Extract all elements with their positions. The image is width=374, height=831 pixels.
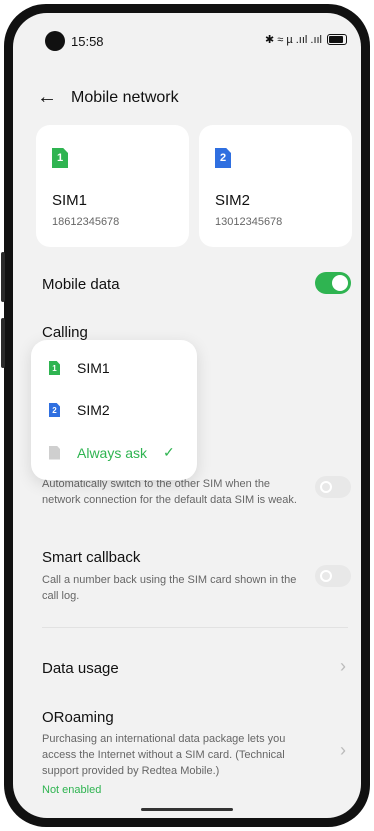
- back-arrow-icon[interactable]: ←: [37, 86, 61, 109]
- auto-switch-description: Automatically switch to the other SIM wh…: [42, 478, 297, 506]
- sim2-name: SIM2: [215, 192, 251, 209]
- clock: 15:58: [71, 34, 104, 49]
- check-icon: ✓: [163, 444, 175, 460]
- sim1-icon: 1: [52, 148, 68, 168]
- calling-label[interactable]: Calling: [42, 324, 88, 341]
- smart-callback-toggle[interactable]: [315, 565, 351, 587]
- popup-option-sim1[interactable]: 1 SIM1: [49, 360, 110, 376]
- status-signal-icons: ✱ ≈ µ .ııl .ııl: [264, 34, 322, 46]
- oroaming-description: Purchasing an international data package…: [42, 733, 286, 777]
- power-button: [1, 318, 5, 368]
- phone-frame: 15:58 ✱ ≈ µ .ııl .ııl ← Mobile network 1…: [1, 4, 370, 827]
- screen: 15:58 ✱ ≈ µ .ııl .ııl ← Mobile network 1…: [13, 13, 361, 818]
- popup-option-label: Always ask: [77, 444, 148, 461]
- front-camera: [45, 31, 65, 51]
- oroaming-status: Not enabled: [42, 784, 102, 796]
- mobile-data-toggle[interactable]: [315, 272, 351, 294]
- popup-option-sim2[interactable]: 2 SIM2: [49, 402, 110, 418]
- page-title: Mobile network: [71, 88, 179, 106]
- always-ask-sim-icon: [49, 445, 60, 460]
- divider: [42, 627, 348, 628]
- auto-switch-toggle[interactable]: [315, 476, 351, 498]
- sim2-number: 13012345678: [215, 216, 283, 228]
- calling-sim-popup: 1 SIM1 2 SIM2 Always ask ✓: [31, 340, 197, 480]
- battery-icon: [327, 34, 347, 45]
- status-icons: ✱ ≈ µ .ııl .ııl: [265, 33, 347, 46]
- popup-option-label: SIM2: [77, 402, 110, 418]
- sim1-small-icon: 1: [49, 361, 60, 375]
- oroaming-item[interactable]: ORoaming: [42, 709, 114, 726]
- smart-callback-description: Call a number back using the SIM card sh…: [42, 574, 297, 602]
- data-usage-chevron-icon: ›: [340, 656, 346, 676]
- sim1-name: SIM1: [52, 192, 88, 209]
- sim1-number: 18612345678: [52, 216, 120, 228]
- header: ← Mobile network: [37, 86, 179, 109]
- sim1-card[interactable]: 1 SIM1 18612345678: [36, 125, 189, 247]
- sim2-small-icon: 2: [49, 403, 60, 417]
- sim2-icon: 2: [215, 148, 231, 168]
- smart-callback-label: Smart callback: [42, 549, 141, 566]
- sim2-card[interactable]: 2 SIM2 13012345678: [199, 125, 352, 247]
- mobile-data-label: Mobile data: [42, 276, 120, 293]
- volume-button: [1, 252, 5, 302]
- status-bar: 15:58 ✱ ≈ µ .ııl .ııl: [13, 13, 361, 53]
- popup-option-always-ask[interactable]: Always ask ✓: [49, 444, 175, 461]
- data-usage-item[interactable]: Data usage: [42, 660, 119, 677]
- home-indicator[interactable]: [141, 808, 233, 811]
- popup-option-label: SIM1: [77, 360, 110, 376]
- oroaming-chevron-icon: ›: [340, 740, 346, 760]
